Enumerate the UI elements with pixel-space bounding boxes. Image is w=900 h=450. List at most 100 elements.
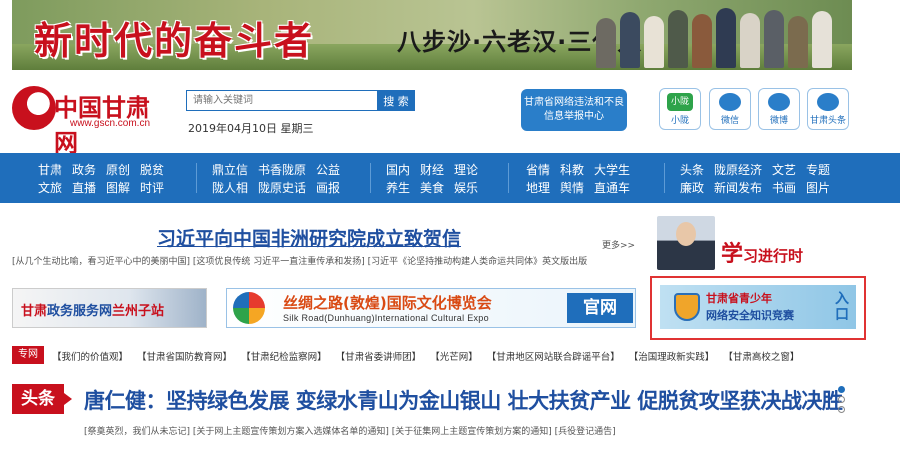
nav-group-4: 省情 地理 科教 舆情 大学生 直通车 xyxy=(526,162,630,196)
nav-item[interactable]: 地理 xyxy=(526,180,550,196)
nav-item[interactable]: 理论 xyxy=(454,162,478,178)
gov-service-prefix: 甘肃 xyxy=(21,304,48,319)
cyber-banner-body: 甘肃省青少年 网络安全知识竞赛 入口 xyxy=(660,285,856,329)
expo-logo-icon xyxy=(233,292,265,324)
nav-item[interactable]: 陇人相 xyxy=(212,180,248,196)
nav-item[interactable]: 陇原经济 xyxy=(714,162,762,178)
current-date: 2019年04月10日 星期三 xyxy=(188,122,314,135)
nav-item[interactable]: 甘肃 xyxy=(38,162,62,178)
nav-item[interactable]: 陇原史话 xyxy=(258,180,306,196)
special-links-row: 专网 【我们的价值观】 【甘肃省国防教育网】 【甘肃纪检监察网】 【甘肃省委讲师… xyxy=(12,346,852,364)
cyber-title-line1: 甘肃省青少年 xyxy=(706,292,772,305)
shield-icon xyxy=(674,293,700,321)
nav-item[interactable]: 大学生 xyxy=(594,162,630,178)
nav-item[interactable]: 省情 xyxy=(526,162,550,178)
nav-item[interactable]: 鼎立信 xyxy=(212,162,248,178)
nav-item[interactable]: 书香陇原 xyxy=(258,162,306,178)
nav-item[interactable]: 美食 xyxy=(420,180,444,196)
nav-item[interactable]: 娱乐 xyxy=(454,180,478,196)
carousel-dot[interactable] xyxy=(838,396,845,403)
special-link[interactable]: 【治国理政新实践】 xyxy=(629,352,715,363)
site-logo[interactable]: 中国甘肃网 www.gscn.com.cn xyxy=(12,86,162,157)
nav-item[interactable]: 养生 xyxy=(386,180,410,196)
nav-item[interactable]: 文旅 xyxy=(38,180,62,196)
report-line1: 甘肃省网络违法和不良 xyxy=(524,97,624,108)
special-tag: 专网 xyxy=(12,346,44,364)
special-link[interactable]: 【甘肃纪检监察网】 xyxy=(241,352,327,363)
gov-service-text: 甘肃政务服务网兰州子站 xyxy=(21,300,164,319)
nav-item[interactable]: 直通车 xyxy=(594,180,630,196)
study-xi-big-char: 学 xyxy=(721,241,744,267)
special-link[interactable]: 【甘肃省国防教育网】 xyxy=(137,352,232,363)
nav-item[interactable]: 专题 xyxy=(806,162,830,178)
study-xi-text: 学习进行时 xyxy=(721,236,803,268)
nav-item[interactable]: 新闻发布 xyxy=(714,180,762,196)
special-link[interactable]: 【光芒网】 xyxy=(430,352,478,363)
gansu-toutiao-icon xyxy=(817,93,839,111)
nav-item[interactable]: 时评 xyxy=(140,180,164,196)
headline-sub-links[interactable]: [从几个生动比喻，看习近平心中的美丽中国] [这项优良传统 习近平一直注重传承和… xyxy=(12,254,652,267)
special-link[interactable]: 【甘肃地区网站联合辟谣平台】 xyxy=(487,352,620,363)
nav-item[interactable]: 图解 xyxy=(106,180,130,196)
cyber-enter-label: 入口 xyxy=(835,291,849,323)
headline-primary-link[interactable]: 习近平向中国非洲研究院成立致贺信 xyxy=(157,224,461,251)
social-label: 微博 xyxy=(769,116,788,126)
report-line2: 信息举报中心 xyxy=(544,111,604,122)
social-gansu-toutiao[interactable]: 甘肃头条 xyxy=(807,88,849,130)
nav-item[interactable]: 直播 xyxy=(72,180,96,196)
nav-item[interactable]: 舆情 xyxy=(560,180,584,196)
nav-group-3: 国内 养生 财经 美食 理论 娱乐 xyxy=(386,162,478,196)
nav-item[interactable]: 公益 xyxy=(316,162,340,178)
nav-group-5: 头条 廉政 陇原经济 新闻发布 文艺 书画 专题 图片 xyxy=(680,162,830,196)
nav-divider xyxy=(508,163,509,193)
portrait-image xyxy=(657,216,715,270)
nav-item[interactable]: 国内 xyxy=(386,162,410,178)
nav-divider xyxy=(196,163,197,193)
nav-item[interactable]: 原创 xyxy=(106,162,130,178)
nav-divider xyxy=(370,163,371,193)
more-link[interactable]: 更多>> xyxy=(602,238,635,251)
silk-title-cn: 丝绸之路(敦煌)国际文化博览会 xyxy=(283,294,492,312)
gov-service-banner[interactable]: 甘肃政务服务网兰州子站 xyxy=(12,288,207,328)
nav-item[interactable]: 脱贫 xyxy=(140,162,164,178)
nav-item[interactable]: 政务 xyxy=(72,162,96,178)
logo-url: www.gscn.com.cn xyxy=(70,118,151,129)
study-xi-banner[interactable]: 学习进行时 xyxy=(657,214,817,272)
special-link[interactable]: 【甘肃高校之窗】 xyxy=(723,352,799,363)
nav-group-2: 鼎立信 陇人相 书香陇原 陇原史话 公益 画报 xyxy=(212,162,340,196)
nav-item[interactable]: 画报 xyxy=(316,180,340,196)
search-input[interactable] xyxy=(186,90,378,111)
carousel-dot[interactable] xyxy=(838,386,845,393)
logo-mark-icon xyxy=(12,86,56,130)
nav-item[interactable]: 书画 xyxy=(772,180,796,196)
toutiao-sub-links[interactable]: [祭奠英烈，我们从未忘记] [关于网上主题宣传策划方案入选媒体名单的通知] [关… xyxy=(84,424,616,437)
cyber-title-line2: 网络安全知识竞赛 xyxy=(706,309,794,322)
nav-item[interactable]: 图片 xyxy=(806,180,830,196)
headline-toutiao-link[interactable]: 唐仁健：坚持绿色发展 变绿水青山为金山银山 壮大扶贫产业 促脱贫攻坚获决战决胜 xyxy=(84,385,843,415)
social-label: 小陇 xyxy=(670,116,689,126)
study-xi-label: 习进行时 xyxy=(743,247,804,265)
social-wechat[interactable]: 微信 xyxy=(709,88,751,130)
nav-item[interactable]: 廉政 xyxy=(680,180,704,196)
special-link[interactable]: 【甘肃省委讲师团】 xyxy=(336,352,422,363)
nav-item[interactable]: 科教 xyxy=(560,162,584,178)
special-link[interactable]: 【我们的价值观】 xyxy=(52,352,128,363)
nav-group-1: 甘肃 文旅 政务 直播 原创 图解 脱贫 时评 xyxy=(38,162,164,196)
nav-item[interactable]: 财经 xyxy=(420,162,444,178)
silk-road-expo-banner[interactable]: 丝绸之路(敦煌)国际文化博览会 Silk Road(Dunhuang)Inter… xyxy=(226,288,636,328)
search-button[interactable]: 搜 索 xyxy=(377,90,415,111)
silk-title-en: Silk Road(Dunhuang)International Cultura… xyxy=(283,313,489,323)
nav-item[interactable]: 文艺 xyxy=(772,162,796,178)
carousel-dot[interactable] xyxy=(838,406,845,413)
social-weibo[interactable]: 微博 xyxy=(758,88,800,130)
report-center-button[interactable]: 甘肃省网络违法和不良 信息举报中心 xyxy=(521,89,627,131)
xiaolong-icon: 小陇 xyxy=(667,93,693,111)
gov-service-city: 兰州子站 xyxy=(112,304,165,319)
social-xiaolong[interactable]: 小陇 小陇 xyxy=(659,88,701,130)
carousel-dots xyxy=(838,386,848,416)
top-banner[interactable]: 新时代的奋斗者 八步沙·六老汉·三代人 xyxy=(12,0,852,70)
gov-service-label: 政务服务网 xyxy=(47,304,113,319)
cyber-security-contest-banner[interactable]: 甘肃省青少年 网络安全知识竞赛 入口 xyxy=(650,276,866,340)
nav-item[interactable]: 头条 xyxy=(680,162,704,178)
wechat-icon xyxy=(719,93,741,111)
